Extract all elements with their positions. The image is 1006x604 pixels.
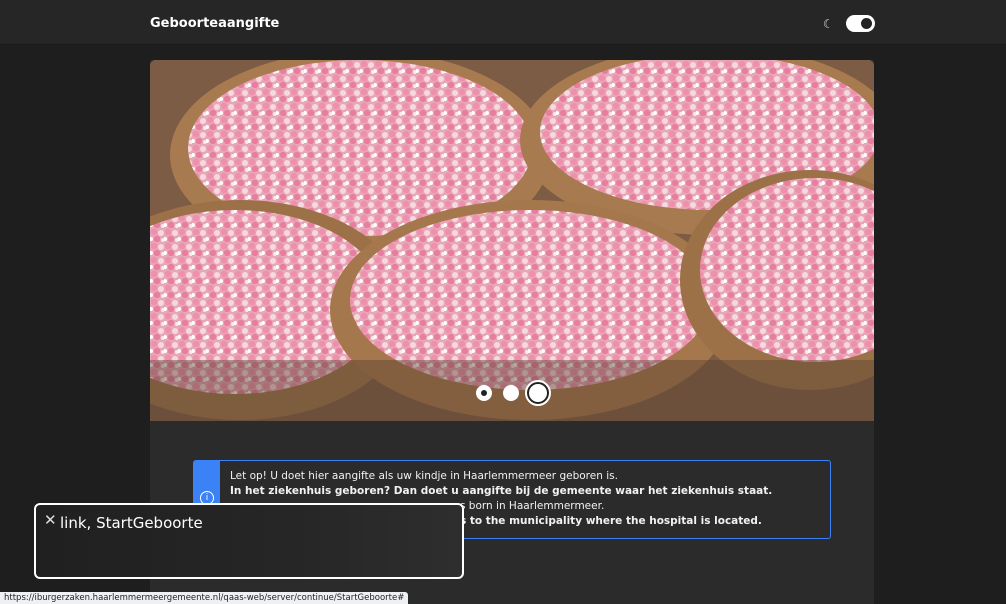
- theme-toggle[interactable]: [846, 15, 875, 32]
- top-bar: Geboorteaangifte ☾: [0, 0, 1006, 45]
- tooltip-label: link, StartGeboorte: [60, 514, 203, 532]
- carousel-dot-3-active[interactable]: [525, 380, 551, 406]
- carousel-dot-1[interactable]: [476, 385, 492, 401]
- moon-icon: ☾: [823, 17, 834, 31]
- close-icon[interactable]: ✕: [44, 511, 57, 529]
- carousel-dot-2[interactable]: [503, 385, 519, 401]
- accessibility-tooltip: ✕ link, StartGeboorte: [34, 503, 464, 579]
- page-title: Geboorteaangifte: [150, 16, 280, 31]
- rusks-with-sprinkles-image: [150, 60, 874, 421]
- carousel-image: [150, 60, 874, 421]
- notice-line-1: Let op! U doet hier aangifte als uw kind…: [230, 470, 618, 482]
- toggle-knob: [861, 18, 872, 29]
- notice-line-2: In het ziekenhuis geboren? Dan doet u aa…: [230, 485, 773, 497]
- status-bar-url: https://iburgerzaken.haarlemmermeergemee…: [0, 592, 409, 604]
